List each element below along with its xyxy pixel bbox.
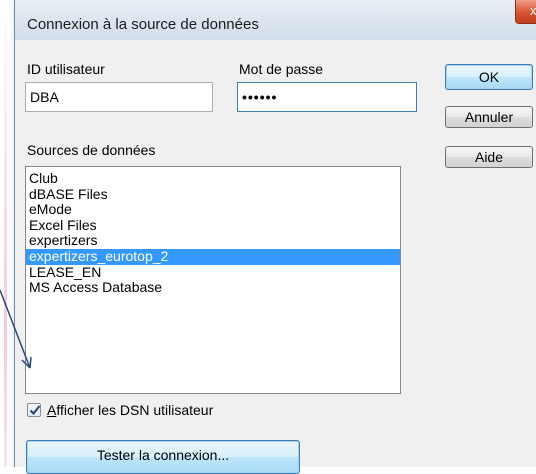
list-item[interactable]: MS Access Database (26, 280, 400, 296)
list-item[interactable]: dBASE Files (26, 186, 400, 203)
show-user-dsn-checkbox[interactable] (27, 403, 41, 417)
user-id-input[interactable]: DBA (25, 82, 213, 112)
background-edge (0, 0, 14, 467)
show-user-dsn-label-rest: fficher les DSN utilisateur (56, 402, 214, 418)
ok-button[interactable]: OK (445, 64, 533, 90)
dialog-title: Connexion à la source de données (27, 16, 259, 33)
show-user-dsn-label: Afficher les DSN utilisateur (47, 402, 213, 418)
list-item-selected[interactable]: expertizers_eurotop_2 (26, 249, 400, 265)
list-item[interactable]: Club (26, 171, 400, 187)
close-icon: x (530, 3, 536, 18)
background-accent (4, 0, 7, 467)
password-input[interactable]: •••••• (237, 82, 417, 112)
show-user-dsn-mnemonic: A (47, 402, 57, 418)
title-bar: Connexion à la source de données (15, 0, 536, 40)
password-label: Mot de passe (239, 61, 324, 77)
data-sources-label: Sources de données (27, 142, 156, 158)
list-item[interactable]: expertizers (26, 233, 400, 249)
cancel-button[interactable]: Annuler (445, 106, 533, 128)
help-button[interactable]: Aide (445, 146, 533, 168)
checkmark-icon (29, 405, 41, 415)
dialog-window: Connexion à la source de données x ID ut… (14, 0, 536, 474)
data-sources-list[interactable]: Club dBASE Files eMode Excel Files exper… (25, 166, 401, 394)
close-button[interactable]: x (515, 0, 536, 24)
list-item[interactable]: Excel Files (26, 217, 400, 234)
list-item[interactable]: eMode (26, 202, 400, 218)
list-item[interactable]: LEASE_EN (26, 264, 400, 281)
user-id-label: ID utilisateur (27, 61, 105, 77)
test-connection-button[interactable]: Tester la connexion... (26, 440, 300, 474)
